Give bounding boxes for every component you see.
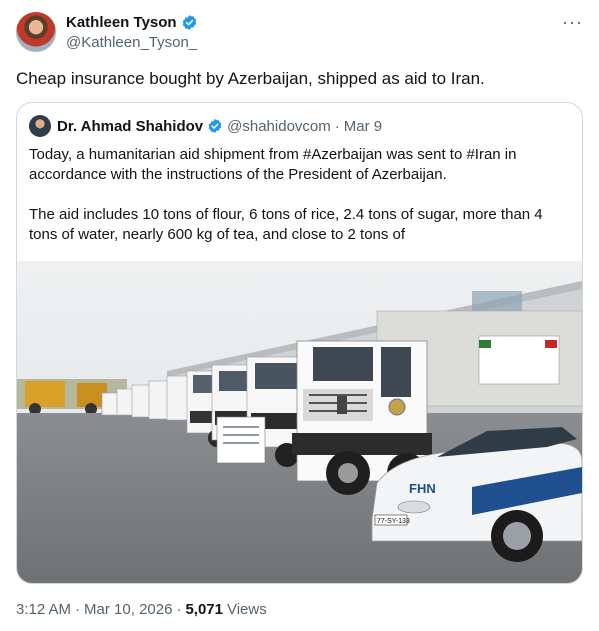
tweet-text: Cheap insurance bought by Azerbaijan, sh… — [16, 69, 485, 88]
author-handle[interactable]: @Kathleen_Tyson_ — [66, 34, 197, 51]
author-avatar[interactable] — [16, 12, 56, 52]
verified-badge-icon — [208, 119, 222, 133]
quoted-author-handle[interactable]: @shahidovcom — [227, 118, 331, 135]
quoted-tweet[interactable]: Dr. Ahmad Shahidov @shahidovcom · Mar 9 … — [16, 102, 583, 584]
license-plate-text: 77-SY-133 — [377, 518, 410, 525]
quoted-tweet-header: Dr. Ahmad Shahidov @shahidovcom · Mar 9 — [29, 115, 382, 137]
quoted-author-name[interactable]: Dr. Ahmad Shahidov — [57, 118, 203, 135]
tweet-meta: 3:12 AM · Mar 10, 2026 · 5,071 Views — [16, 601, 267, 618]
quoted-author-avatar[interactable] — [29, 115, 51, 137]
views-count: 5,071 — [185, 601, 223, 618]
quoted-paragraph: The aid includes 10 tons of flour, 6 ton… — [29, 206, 543, 243]
tweet-time[interactable]: 3:12 AM — [16, 601, 71, 618]
dot-separator: · — [75, 601, 81, 618]
tweet-date[interactable]: Mar 10, 2026 — [84, 601, 172, 618]
police-car-lettering: FHN — [409, 481, 436, 496]
more-horizontal-icon[interactable]: ··· — [562, 12, 583, 33]
tweet-header: Kathleen Tyson @Kathleen_Tyson_ ··· — [16, 12, 583, 56]
quoted-paragraph: Today, a humanitarian aid shipment from … — [29, 146, 517, 183]
author-display-name[interactable]: Kathleen Tyson — [66, 14, 177, 31]
quoted-tweet-text: Today, a humanitarian aid shipment from … — [29, 145, 569, 265]
verified-badge-icon — [182, 15, 196, 30]
quoted-tweet-date[interactable]: Mar 9 — [344, 118, 382, 135]
dot-separator: · — [176, 601, 182, 618]
author-name-row: Kathleen Tyson — [66, 14, 198, 31]
dot-separator: · — [334, 117, 340, 135]
views-label: Views — [226, 601, 267, 618]
quoted-tweet-photo[interactable]: FHN 77-SY-133 — [17, 261, 582, 583]
